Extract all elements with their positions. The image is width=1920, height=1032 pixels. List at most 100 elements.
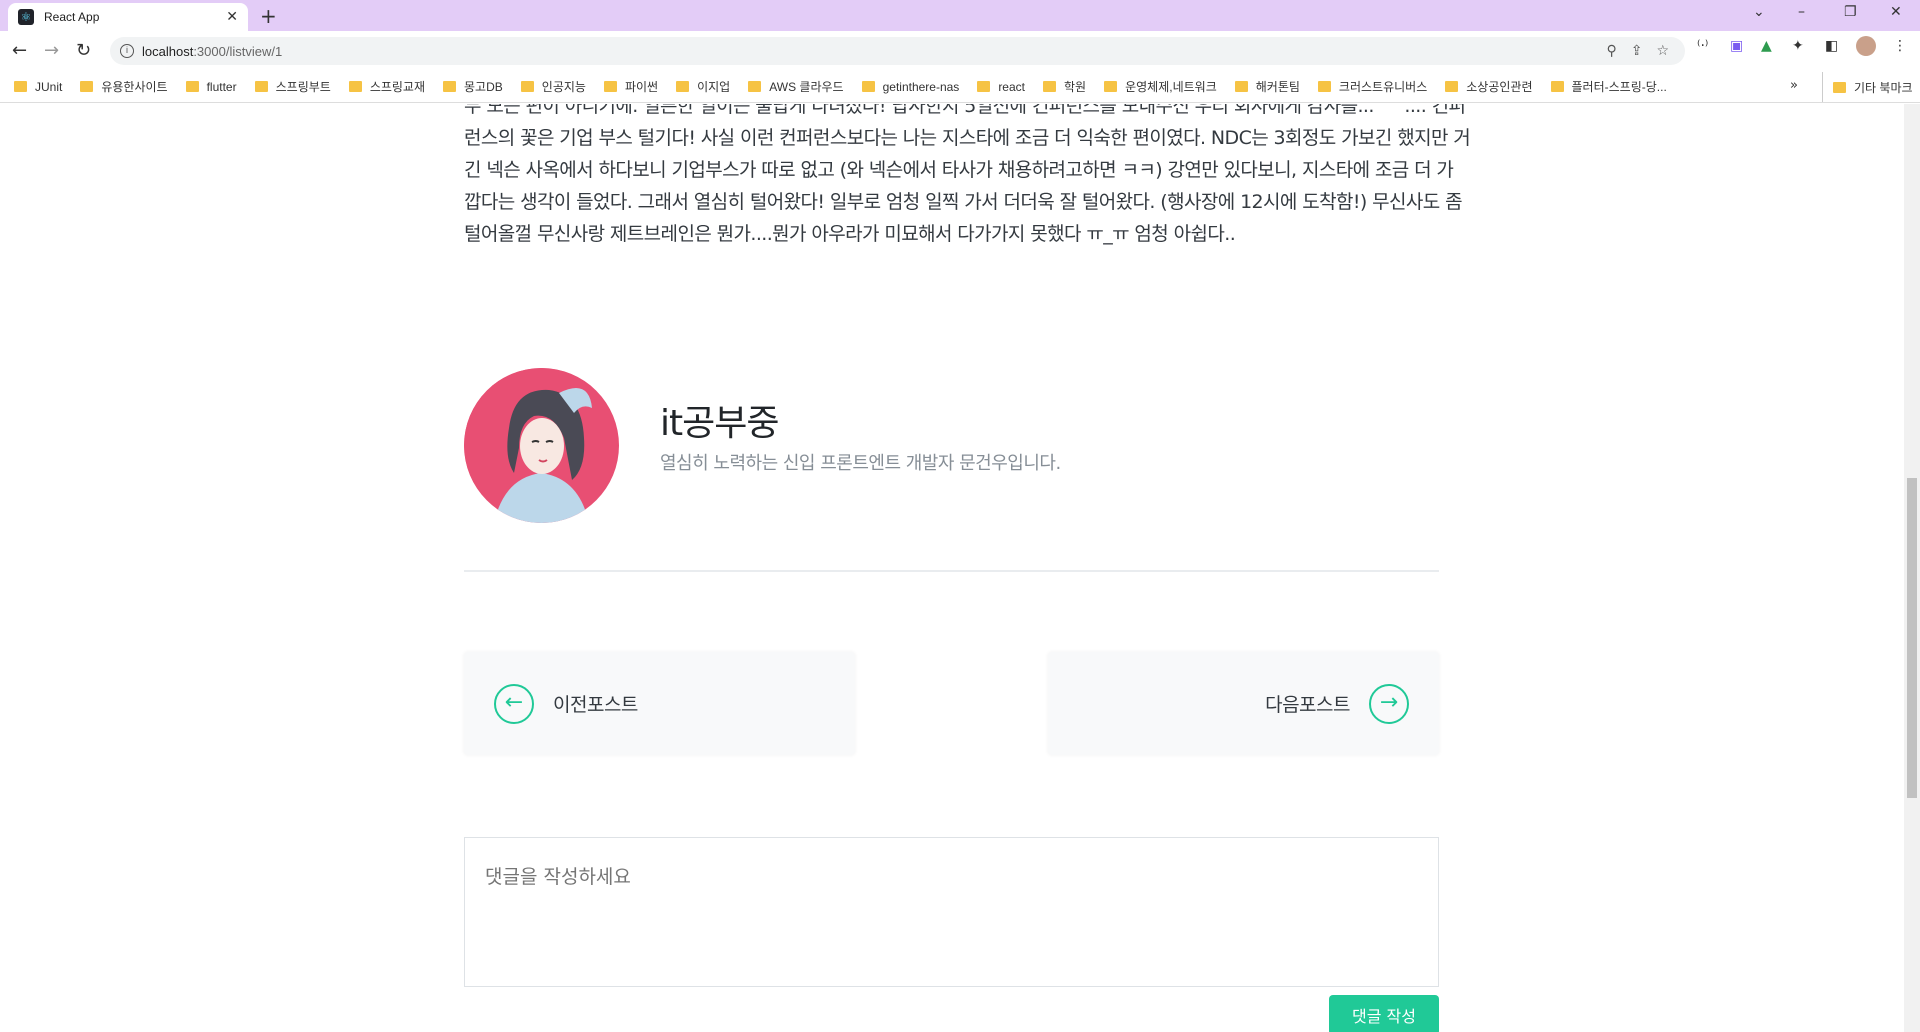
folder-icon (748, 81, 762, 92)
bookmark-item[interactable]: 학원 (1043, 78, 1086, 95)
address-bar[interactable]: i localhost:3000/listview/1 ⚲ ⇪ ☆ (110, 37, 1685, 65)
bookmark-label: AWS 클라우드 (769, 80, 844, 94)
post-body-line: 두 모든 편이 아니기에. 일른한 일이는 물답게 다녀졌다! 답사한지 5일전… (464, 104, 1466, 117)
next-post-label: 다음포스트 (1265, 694, 1350, 716)
bookmark-label: 인공지능 (541, 80, 586, 94)
bookmark-item[interactable]: 스프링부트 (254, 78, 331, 95)
next-post-button[interactable]: 다음포스트 → (1048, 652, 1439, 755)
zoom-icon[interactable]: ⚲ (1606, 43, 1616, 59)
bookmark-label: 학원 (1064, 80, 1087, 94)
browser-toolbar: ← → ↻ i localhost:3000/listview/1 ⚲ ⇪ ☆ (0, 31, 1920, 71)
bookmark-item[interactable]: 이지업 (676, 78, 730, 95)
bookmark-item[interactable]: getinthere-nas (861, 80, 959, 94)
drive-icon[interactable]: ▲ (1761, 38, 1772, 54)
comment-input[interactable] (464, 837, 1439, 987)
bookmark-item[interactable]: 소상공인관련 (1445, 78, 1533, 95)
post-body-line: 런스의 꽃은 기업 부스 털기다! 사실 이런 컨퍼런스보다는 나는 지스타에 … (464, 127, 1471, 149)
browser-tab[interactable]: ⚛ React App ✕ (8, 3, 248, 31)
folder-icon (977, 81, 991, 92)
share-icon[interactable]: ⇪ (1631, 43, 1643, 59)
close-window-icon[interactable]: ✕ (1890, 4, 1902, 20)
minimize-icon[interactable]: – (1798, 4, 1805, 20)
back-icon[interactable]: ← (12, 40, 27, 61)
scrollbar-thumb[interactable] (1907, 478, 1917, 798)
tab-title: React App (44, 10, 100, 24)
reload-icon[interactable]: ↻ (76, 40, 91, 61)
restore-icon[interactable]: ❐ (1844, 4, 1857, 20)
close-tab-icon[interactable]: ✕ (226, 9, 238, 25)
other-bookmarks-label: 기타 북마크 (1854, 80, 1913, 95)
bookmark-label: 스프링교재 (369, 80, 426, 94)
tab-search-icon[interactable]: ⌄ (1753, 4, 1765, 20)
bookmarks-overflow-icon[interactable]: » (1790, 78, 1798, 93)
bookmark-item[interactable]: AWS 클라우드 (748, 78, 844, 95)
url-path: :3000/listview/1 (193, 43, 283, 59)
bookmark-item[interactable]: flutter (185, 79, 237, 94)
other-bookmarks[interactable]: 기타 북마크 (1822, 72, 1913, 102)
folder-icon (520, 81, 534, 92)
folder-icon (14, 81, 27, 92)
forward-icon[interactable]: → (44, 40, 59, 61)
bookmark-label: 소상공인관련 (1466, 80, 1533, 94)
side-panel-icon[interactable]: ◧ (1825, 38, 1838, 54)
bookmark-item[interactable]: 크러스트유니버스 (1317, 78, 1428, 95)
bookmarks-bar: JUnit 유용한사이트 flutter 스프링부트 스프링교재 몽고DB 인공지능 파이썬 이… (0, 71, 1920, 103)
bookmark-label: 몽고DB (464, 80, 503, 94)
bookmark-label: 이지업 (697, 80, 731, 94)
bookmark-item[interactable]: 유용한사이트 (80, 78, 168, 95)
folder-icon (1234, 81, 1248, 92)
bookmark-label: 크러스트유니버스 (1338, 80, 1428, 94)
folder-icon (80, 81, 94, 92)
bookmark-label: 유용한사이트 (101, 80, 168, 94)
bookmark-item[interactable]: 해커톤팀 (1234, 78, 1300, 95)
bookmark-label: react (998, 79, 1025, 94)
bookmark-label: 파이썬 (624, 80, 659, 94)
folder-icon (1104, 81, 1118, 92)
bookmark-item[interactable]: 플러터-스프링-당... (1550, 78, 1667, 95)
folder-icon (443, 81, 457, 92)
author-profile: it공부중 열심히 노력하는 신입 프론트엔트 개발자 문건우입니다. (464, 368, 1439, 568)
divider (464, 570, 1439, 572)
bookmark-item[interactable]: react (977, 80, 1025, 94)
menu-kebab-icon[interactable]: ⋮ (1893, 38, 1907, 54)
page-content: 두 모든 편이 아니기에. 일른한 일이는 물답게 다녀졌다! 답사한지 5일전… (0, 104, 1904, 1032)
bookmark-label: 플러터-스프링-당... (1571, 80, 1667, 94)
bookmark-item[interactable]: 인공지능 (520, 78, 586, 95)
folder-icon (1445, 81, 1459, 92)
folder-icon (1317, 81, 1331, 92)
folder-icon (861, 81, 875, 92)
bookmark-item[interactable]: 운영체제,네트워크 (1104, 78, 1217, 95)
bookmark-item[interactable]: JUnit (14, 80, 62, 94)
folder-icon (185, 81, 199, 92)
post-body-line: 털어올껄 무신사랑 제트브레인은 뭔가....뭔가 아우라가 미묘해서 다가가지… (464, 223, 1236, 245)
post-body-line: 긴 넥슨 사옥에서 하다보니 기업부스가 따로 없고 (와 넥슨에서 타사가 채… (464, 159, 1454, 181)
folder-icon (603, 81, 617, 92)
bookmark-star-icon[interactable]: ☆ (1656, 43, 1669, 59)
page-scrollbar[interactable] (1904, 104, 1920, 1032)
bookmark-label: 해커톤팀 (1255, 80, 1300, 94)
bookmark-item[interactable]: 몽고DB (443, 78, 503, 95)
folder-icon (254, 81, 268, 92)
post-body: 두 모든 편이 아니기에. 일른한 일이는 물답게 다녀졌다! 답사한지 5일전… (464, 104, 1471, 250)
bookmark-label: JUnit (35, 79, 63, 94)
folder-icon (1043, 81, 1056, 92)
bookmark-label: 스프링부트 (275, 80, 331, 94)
previous-post-button[interactable]: ← 이전포스트 (464, 652, 855, 755)
comment-submit-button[interactable]: 댓글 작성 (1329, 995, 1439, 1032)
folder-icon (676, 81, 690, 92)
new-tab-icon[interactable]: + (260, 4, 277, 28)
bookmark-label: flutter (206, 79, 237, 94)
bookmark-item[interactable]: 파이썬 (603, 78, 659, 95)
react-favicon-icon: ⚛ (18, 9, 34, 25)
extensions-puzzle-icon[interactable]: ✦ (1792, 38, 1804, 54)
profile-avatar-icon[interactable] (1856, 36, 1876, 56)
folder-icon (1550, 81, 1564, 92)
tab-bar: ⚛ React App ✕ + ⌄ – ❐ ✕ (0, 0, 1920, 31)
extension-code-icon[interactable]: ⁽·⁾ (1697, 38, 1708, 54)
bookmark-label: 운영체제,네트워크 (1125, 80, 1217, 94)
bookmark-item[interactable]: 스프링교재 (348, 78, 426, 95)
extension-purple-icon[interactable]: ▣ (1730, 38, 1743, 54)
post-body-line: 깝다는 생각이 들었다. 그래서 열심히 털어왔다! 일부로 엄청 일찍 가서 … (464, 191, 1463, 213)
site-info-icon[interactable]: i (120, 44, 134, 58)
url-host: localhost (142, 43, 194, 59)
